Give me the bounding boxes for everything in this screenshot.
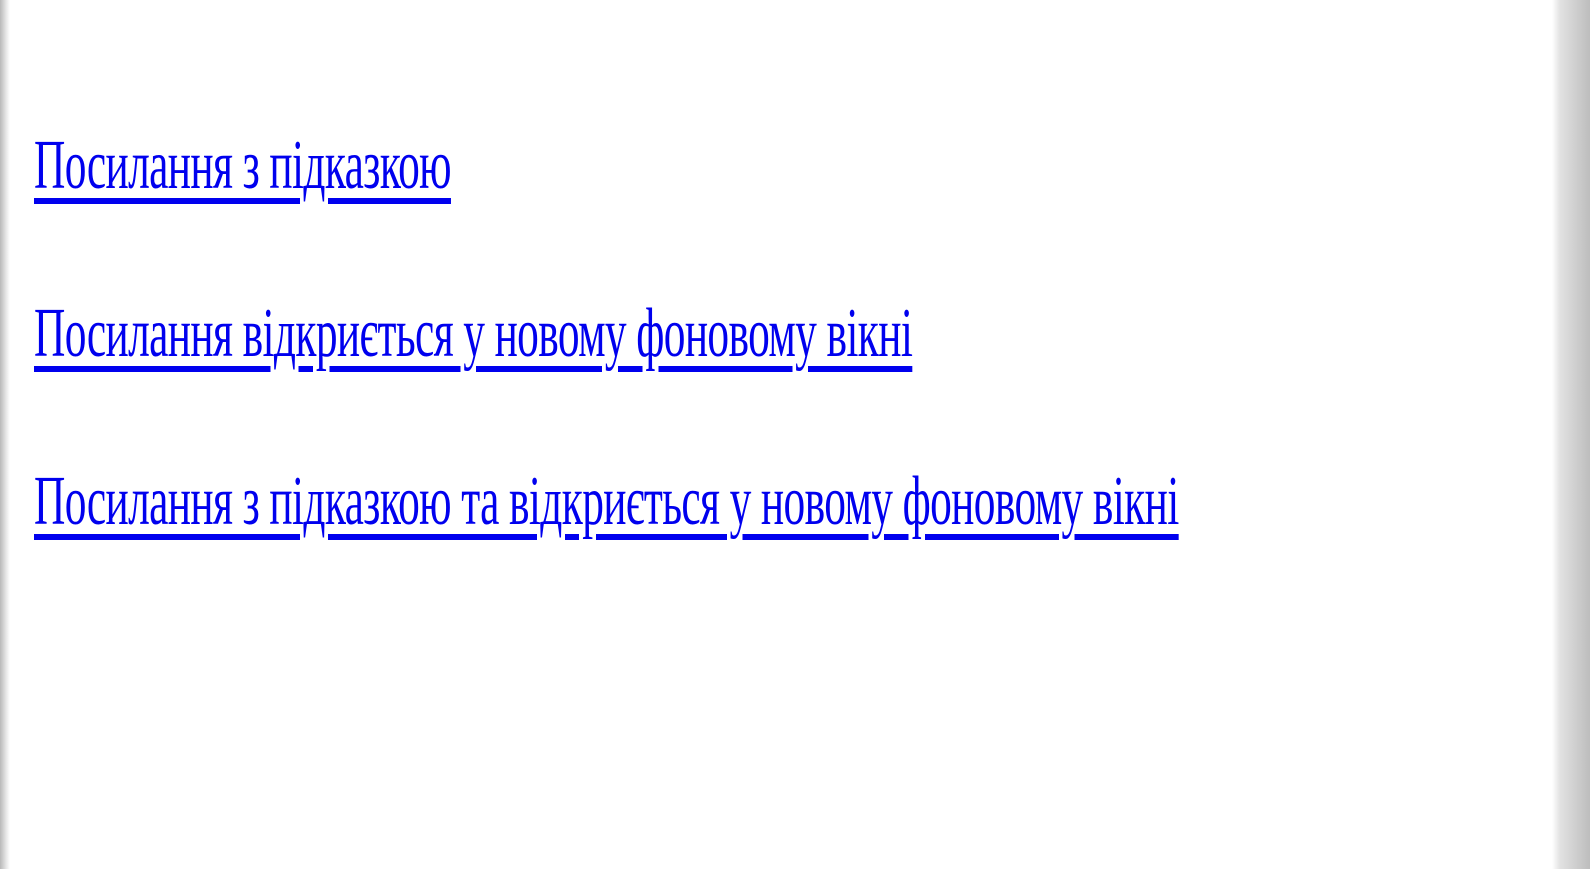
page-content: Посилання з підказкою Посилання відкриєт… — [10, 0, 1552, 869]
link-row: Посилання з підказкою та відкриється у н… — [34, 418, 1590, 586]
link-row: Посилання відкриється у новому фоновому … — [34, 250, 1590, 418]
link-new-background-window[interactable]: Посилання відкриється у новому фоновому … — [34, 250, 913, 418]
browser-frame: Посилання з підказкою Посилання відкриєт… — [0, 0, 1590, 869]
link-tooltip-new-background-window[interactable]: Посилання з підказкою та відкриється у н… — [34, 418, 1179, 586]
link-row: Посилання з підказкою — [34, 82, 1590, 250]
links-list: Посилання з підказкою Посилання відкриєт… — [34, 112, 1590, 586]
link-with-tooltip[interactable]: Посилання з підказкою — [34, 82, 452, 250]
